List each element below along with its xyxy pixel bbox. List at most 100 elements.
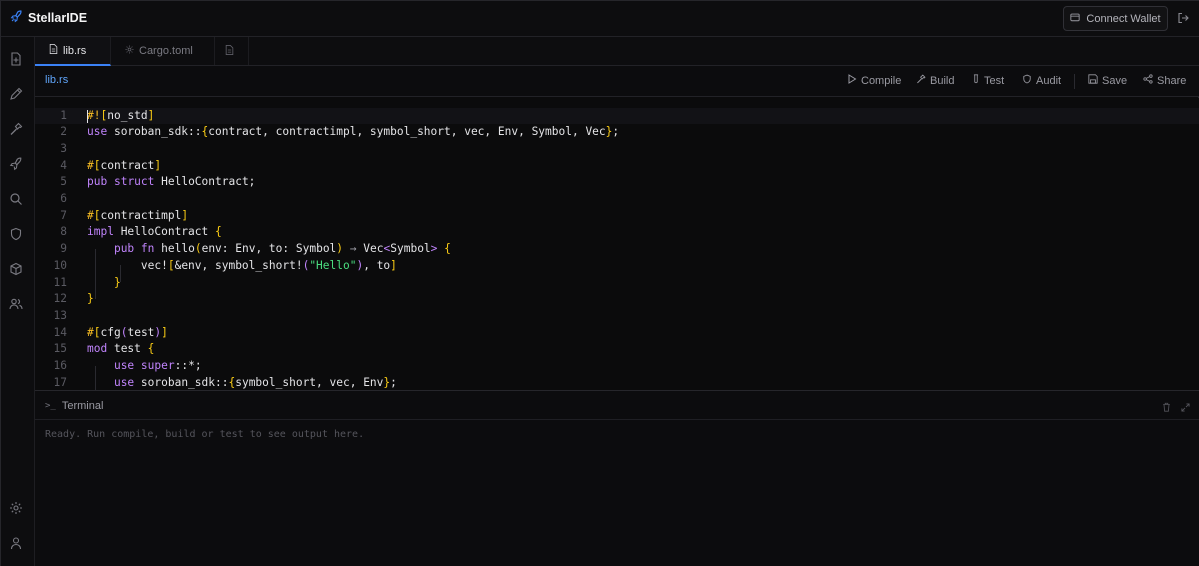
line-number: 10 (53, 258, 67, 272)
maximize-icon[interactable] (1181, 401, 1190, 415)
line-number: 4 (60, 158, 67, 172)
save-label: Save (1102, 74, 1128, 87)
app-window: StellarIDE Connect Wallet lib.rs Cargo.t… (0, 0, 1199, 566)
brand[interactable]: StellarIDE (10, 10, 87, 26)
trash-icon[interactable] (1162, 401, 1171, 415)
code-line[interactable]: 10 vec![&env, symbol_short!("Hello"), to… (35, 258, 1199, 275)
test-tube-icon (972, 74, 980, 87)
compile-button[interactable]: Compile (847, 74, 901, 87)
code-line[interactable]: 11 } (35, 275, 1199, 292)
test-label: Test (984, 74, 1005, 87)
user-icon[interactable] (9, 536, 23, 550)
code-line[interactable]: 13 (35, 308, 1199, 325)
line-number: 15 (53, 342, 67, 356)
line-number: 14 (53, 325, 67, 339)
code-text: use soroban_sdk::{symbol_short, vec, Env… (113, 375, 397, 389)
code-line[interactable]: 5 pub struct HelloContract; (35, 174, 1199, 191)
tab-untitled[interactable] (215, 37, 249, 65)
code-text: use super::*; (113, 359, 202, 372)
connect-wallet-button[interactable]: Connect Wallet (1063, 6, 1168, 31)
tab-cargo-toml[interactable]: Cargo.toml (111, 37, 215, 65)
code-text: } (87, 292, 94, 306)
hammer-icon[interactable] (9, 122, 23, 136)
code-text: #[contractimpl] (87, 208, 189, 222)
tab-lib-rs[interactable]: lib.rs (35, 37, 111, 66)
code-text: #![no_std] (87, 108, 155, 122)
code-text: #[contract] (87, 158, 162, 172)
code-line[interactable]: 17 use soroban_sdk::{symbol_short, vec, … (35, 375, 1199, 390)
code-text: use soroban_sdk::{contract, contractimpl… (87, 125, 620, 139)
code-text: #[cfg(test)] (87, 325, 168, 339)
activity-bar (1, 37, 35, 566)
terminal-icon: >_ (45, 401, 56, 411)
hammer-icon (916, 74, 926, 87)
share-button[interactable]: Share (1143, 74, 1186, 87)
rocket-icon[interactable] (9, 157, 23, 171)
code-line[interactable]: 6 (35, 191, 1199, 208)
play-icon (847, 74, 857, 87)
current-file-breadcrumb[interactable]: lib.rs (45, 74, 68, 86)
editor-tabs: lib.rs Cargo.toml (35, 37, 1199, 66)
line-number: 12 (53, 292, 67, 306)
line-number: 5 (60, 175, 67, 189)
pencil-icon[interactable] (9, 87, 23, 101)
editor-toolbar: lib.rs Compile Build Test Audit Save Sha… (35, 66, 1199, 97)
code-line[interactable]: 16 use super::*; (35, 358, 1199, 375)
save-icon (1088, 74, 1098, 87)
terminal-panel: >_ Terminal Ready. Run compile, build or… (35, 390, 1199, 566)
line-number: 6 (60, 192, 67, 205)
share-icon (1143, 74, 1153, 87)
code-line[interactable]: 15 mod test { (35, 341, 1199, 358)
code-line[interactable]: 3 (35, 141, 1199, 158)
code-text: vec![&env, symbol_short!("Hello"), to] (87, 258, 397, 272)
code-text: pub fn hello(env: Env, to: Symbol) → Vec… (113, 242, 451, 256)
shield-icon (1022, 74, 1032, 87)
terminal-title[interactable]: >_ Terminal (45, 400, 103, 412)
settings-icon[interactable] (9, 501, 23, 515)
line-number: 11 (53, 275, 67, 289)
code-line[interactable]: 8 impl HelloContract { (35, 224, 1199, 241)
wallet-icon (1070, 12, 1081, 25)
code-line[interactable]: 12} (35, 291, 1199, 308)
top-bar: StellarIDE Connect Wallet (1, 1, 1199, 37)
code-line[interactable]: 9 pub fn hello(env: Env, to: Symbol) → V… (35, 241, 1199, 258)
save-button[interactable]: Save (1088, 74, 1127, 87)
code-text: } (113, 275, 121, 289)
build-button[interactable]: Build (916, 74, 954, 87)
code-editor[interactable]: 1 #![no_std] 2 use soroban_sdk::{contract, … (35, 98, 1199, 390)
gear-icon (125, 45, 134, 57)
new-file-icon[interactable] (9, 52, 23, 66)
users-icon[interactable] (9, 297, 23, 311)
shield-icon[interactable] (9, 227, 23, 241)
code-text: pub struct HelloContract; (87, 175, 256, 189)
file-icon (49, 44, 58, 57)
code-line[interactable]: 7 #[contractimpl] (35, 208, 1199, 225)
line-number: 13 (53, 308, 67, 322)
rocket-icon (10, 10, 23, 26)
line-number: 17 (53, 375, 67, 389)
test-button[interactable]: Test (972, 74, 1004, 87)
audit-button[interactable]: Audit (1022, 74, 1061, 87)
app-name: StellarIDE (28, 11, 88, 25)
line-number: 8 (60, 225, 67, 239)
code-line[interactable]: 4 #[contract] (35, 158, 1199, 175)
tab-label: Cargo.toml (139, 45, 193, 57)
line-number: 3 (60, 141, 67, 155)
audit-label: Audit (1036, 74, 1062, 87)
connect-wallet-label: Connect Wallet (1086, 12, 1161, 25)
terminal-title-label: Terminal (61, 400, 104, 412)
line-number: 2 (60, 125, 67, 139)
search-icon[interactable] (9, 192, 23, 206)
code-line[interactable]: 14 #[cfg(test)] (35, 325, 1199, 342)
build-label: Build (930, 74, 955, 87)
code-text: impl HelloContract { (87, 225, 222, 239)
line-number: 7 (60, 208, 67, 222)
code-line[interactable]: 1 #![no_std] (35, 107, 1199, 125)
line-number: 9 (60, 242, 67, 256)
package-icon[interactable] (9, 262, 23, 276)
terminal-output: Ready. Run compile, build or test to see… (45, 429, 365, 440)
code-line[interactable]: 2 use soroban_sdk::{contract, contractimp… (35, 124, 1199, 141)
compile-label: Compile (861, 74, 902, 87)
text-cursor (87, 109, 88, 123)
logout-icon[interactable] (1177, 12, 1189, 27)
